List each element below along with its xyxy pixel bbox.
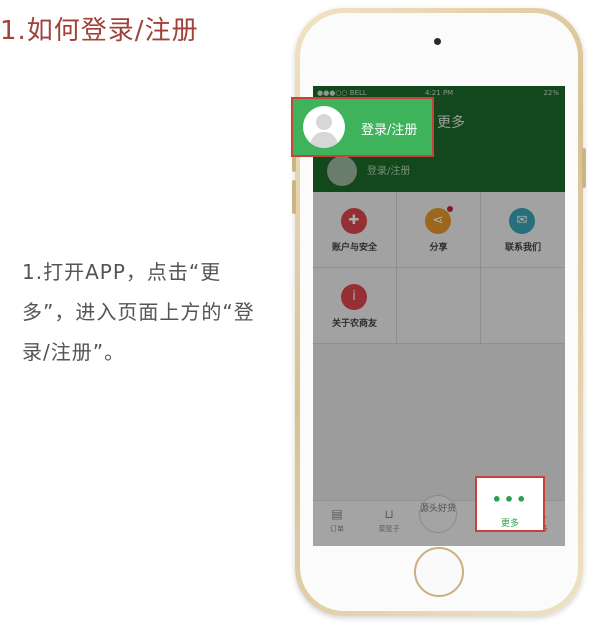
volume-down-button	[292, 180, 296, 214]
avatar[interactable]	[327, 156, 357, 186]
tab-label: 订单	[330, 525, 344, 533]
share-icon: ⋖	[425, 206, 453, 234]
grid-empty-cell	[481, 268, 565, 344]
instruction-text: 1.打开APP，点击“更多”，进入页面上方的“登录/注册”。	[22, 260, 255, 364]
grid-item-label: 关于农商友	[331, 319, 377, 329]
mail-icon: ✉	[509, 208, 535, 234]
login-register-label: 登录/注册	[361, 123, 418, 138]
home-button	[414, 547, 464, 597]
login-register-callout[interactable]: 登录/注册	[291, 97, 434, 157]
tab-basket[interactable]: ⊔ 菜篮子	[367, 507, 411, 534]
clock-label: 4:21 PM	[425, 89, 454, 97]
tab-order[interactable]: ▤ 订单	[315, 507, 359, 534]
grid-item-label: 联系我们	[504, 243, 541, 253]
notification-dot	[447, 206, 453, 212]
more-dots-icon: •••	[491, 490, 529, 509]
user-avatar-icon	[303, 106, 345, 148]
info-icon: i	[341, 284, 367, 310]
header-title: 更多	[437, 115, 465, 131]
carrier-label: ●●●○○ BELL	[317, 89, 367, 97]
login-link[interactable]: 登录/注册	[367, 162, 410, 177]
page-title: 1.如何登录/注册	[0, 16, 199, 46]
grid-item-account-security[interactable]: ✚ 账户与安全	[313, 192, 397, 268]
battery-label: 22%	[543, 89, 559, 97]
grid-item-label: 账户与安全	[331, 243, 377, 253]
order-icon: ▤	[331, 507, 343, 521]
more-tab-callout[interactable]: ••• 更多	[475, 476, 545, 532]
grid-empty-cell	[397, 268, 481, 344]
basket-icon: ⊔	[384, 507, 394, 521]
tab-label: 菜篮子	[378, 525, 400, 533]
grid-item-contact[interactable]: ✉ 联系我们	[481, 192, 565, 268]
grid-item-label: 分享	[429, 243, 448, 253]
grid-item-share[interactable]: ⋖ 分享	[397, 192, 481, 268]
shield-plus-icon: ✚	[341, 208, 367, 234]
camera-icon	[434, 38, 441, 45]
grid-item-about[interactable]: i 关于农商友	[313, 268, 397, 344]
more-label: 更多	[500, 519, 519, 529]
tab-source-goods[interactable]: 源头好货	[419, 495, 457, 533]
power-button	[582, 148, 586, 188]
